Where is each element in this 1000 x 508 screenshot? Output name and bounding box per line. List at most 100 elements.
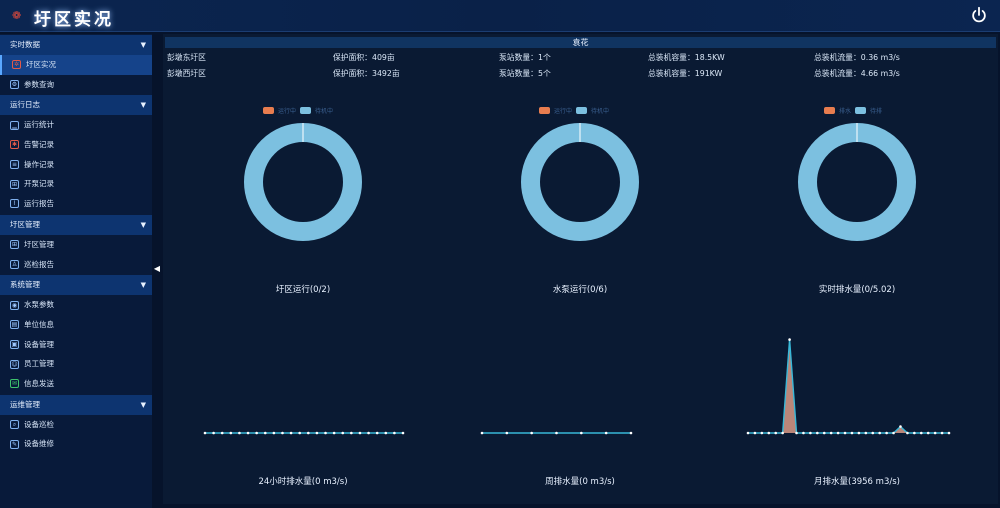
data-point xyxy=(332,431,336,435)
collapse-sidebar-icon[interactable]: ◀ xyxy=(152,262,162,276)
caret-down-icon: ▼ xyxy=(140,400,146,409)
sidebar-item-message-send[interactable]: ✉ 信息发送 xyxy=(0,374,152,394)
inspect-icon: ⌕ xyxy=(10,419,19,429)
data-point xyxy=(289,431,293,435)
sidebar-group-maintenance[interactable]: 运维管理 ▼ xyxy=(0,394,152,415)
sidebar-item-label: 设备管理 xyxy=(24,339,54,349)
power-icon[interactable] xyxy=(970,6,988,24)
sidebar-item-device-repair[interactable]: ✎ 设备维修 xyxy=(0,434,152,454)
data-point xyxy=(899,425,902,428)
sidebar-item-label: 开泵记录 xyxy=(24,179,54,189)
data-point xyxy=(933,431,937,435)
repair-icon: ✎ xyxy=(10,439,19,449)
app-logo-icon: ❁ xyxy=(12,9,22,22)
data-point xyxy=(829,431,833,435)
group-label: 圩区管理 xyxy=(10,219,40,229)
query-icon: ⚙ xyxy=(10,80,19,90)
data-point xyxy=(892,431,895,435)
data-point xyxy=(850,431,854,435)
data-point xyxy=(822,431,826,435)
sidebar-item-inspection-report[interactable]: ♙ 巡检报告 xyxy=(0,255,152,275)
grid-icon: ⊞ xyxy=(10,240,19,250)
data-point xyxy=(203,431,207,435)
sidebar-item-unit-info[interactable]: ▤ 单位信息 xyxy=(0,315,152,335)
data-point xyxy=(324,431,327,435)
sidebar-group-realtime[interactable]: 实时数据 ▼ xyxy=(0,35,152,55)
data-point xyxy=(629,431,633,435)
caret-down-icon: ▼ xyxy=(140,101,146,110)
data-point xyxy=(947,431,951,435)
sidebar-item-param-query[interactable]: ⚙ 参数查询 xyxy=(0,75,152,95)
data-point xyxy=(878,431,881,435)
sidebar-item-polder-status[interactable]: ✲ 圩区实况 xyxy=(0,55,152,75)
page-title: 圩区实况 xyxy=(34,10,114,30)
group-label: 运维管理 xyxy=(10,399,40,409)
person-icon: ♙ xyxy=(10,259,19,269)
data-point xyxy=(307,431,310,435)
caret-down-icon: ▼ xyxy=(140,220,146,229)
data-point xyxy=(401,431,405,435)
sidebar-item-polder-mgmt[interactable]: ⊞ 圩区管理 xyxy=(0,235,152,255)
data-point xyxy=(774,431,778,435)
sidebar-item-label: 单位信息 xyxy=(24,319,54,329)
donut-slice xyxy=(244,123,362,241)
data-point xyxy=(315,431,319,435)
data-point xyxy=(555,431,558,435)
sidebar-item-label: 圩区实况 xyxy=(26,60,56,69)
line-caption: 周排水量(0 m3/s) xyxy=(545,477,615,487)
data-point xyxy=(864,431,868,435)
data-point xyxy=(367,431,370,435)
sidebar-item-label: 设备巡检 xyxy=(24,419,54,429)
group-label: 实时数据 xyxy=(10,40,40,49)
line-caption: 24小时排水量(0 m3/s) xyxy=(258,477,348,487)
sidebar-item-run-stats[interactable]: ▁ 运行统计 xyxy=(0,115,152,135)
sidebar-item-label: 圩区管理 xyxy=(24,239,54,249)
sidebar-item-run-report[interactable]: ⌇ 运行报告 xyxy=(0,194,152,214)
charts-canvas xyxy=(203,123,951,435)
sidebar-item-label: 水泵参数 xyxy=(24,300,54,310)
data-point xyxy=(375,431,379,435)
data-point xyxy=(384,431,388,435)
data-point xyxy=(212,431,215,435)
donut-caption: 圩区运行(0/2) xyxy=(275,285,331,295)
data-point xyxy=(358,431,362,435)
data-point xyxy=(788,338,791,341)
alarm-icon: ✱ xyxy=(10,140,19,150)
sidebar-group-logs[interactable]: 运行日志 ▼ xyxy=(0,95,152,116)
sidebar-item-label: 巡检报告 xyxy=(24,259,54,269)
series-line xyxy=(748,339,949,434)
sidebar-item-label: 告警记录 xyxy=(24,140,54,150)
area-fill xyxy=(748,339,949,433)
donut-caption: 实时排水量(0/5.02) xyxy=(818,285,896,295)
sidebar-item-pump-params[interactable]: ◉ 水泵参数 xyxy=(0,295,152,315)
sidebar-item-device-mgmt[interactable]: ▣ 设备管理 xyxy=(0,335,152,355)
data-point xyxy=(760,431,764,435)
sidebar-group-polder-mgmt[interactable]: 圩区管理 ▼ xyxy=(0,214,152,235)
polder-icon: ✲ xyxy=(12,60,21,70)
data-point xyxy=(341,431,345,435)
sidebar-item-label: 信息发送 xyxy=(24,378,54,388)
data-point xyxy=(530,431,533,435)
building-icon: ▤ xyxy=(10,320,19,330)
sidebar-group-system[interactable]: 系统管理 ▼ xyxy=(0,275,152,296)
report-icon: ⌇ xyxy=(10,199,19,209)
donut-slice xyxy=(521,123,639,241)
data-point xyxy=(246,431,250,435)
data-point xyxy=(272,431,276,435)
app-header: ❁ 圩区实况 xyxy=(0,0,1000,32)
data-point xyxy=(263,431,267,435)
data-point xyxy=(255,431,258,435)
data-point xyxy=(781,431,784,435)
sidebar-item-alarm-log[interactable]: ✱ 告警记录 xyxy=(0,135,152,155)
data-point xyxy=(767,431,771,435)
data-point xyxy=(913,431,916,435)
data-point xyxy=(802,431,805,435)
sidebar-item-label: 设备维修 xyxy=(24,439,54,449)
sidebar-item-pump-log[interactable]: ⊞ 开泵记录 xyxy=(0,174,152,194)
data-point xyxy=(580,431,583,435)
data-point xyxy=(906,431,909,435)
sidebar: 实时数据 ▼ ✲ 圩区实况 ⚙ 参数查询 运行日志 ▼ ▁ 运行统计 ✱ 告警记录 ≡ 操作记… xyxy=(0,34,152,508)
sidebar-item-operation-log[interactable]: ≡ 操作记录 xyxy=(0,155,152,175)
sidebar-item-device-inspection[interactable]: ⌕ 设备巡检 xyxy=(0,415,152,435)
sidebar-item-staff-mgmt[interactable]: ☺ 员工管理 xyxy=(0,354,152,374)
